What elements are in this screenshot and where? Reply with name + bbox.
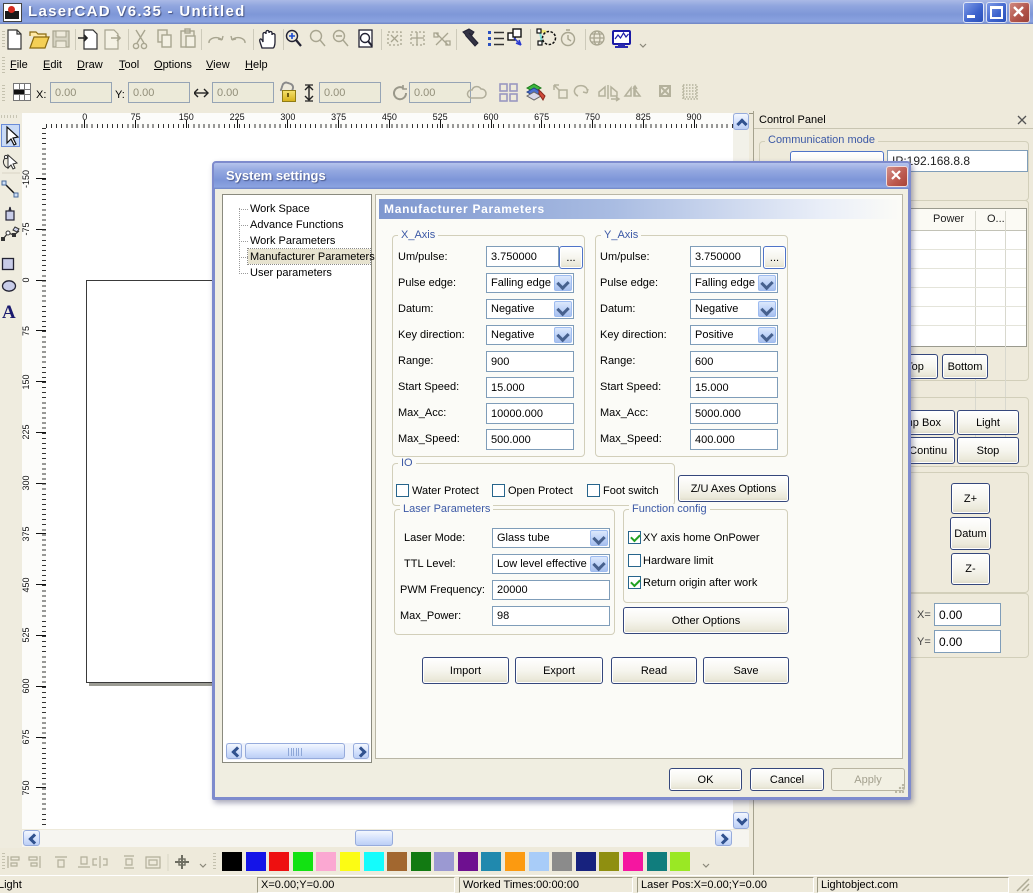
svg-text:A: A — [2, 302, 16, 323]
